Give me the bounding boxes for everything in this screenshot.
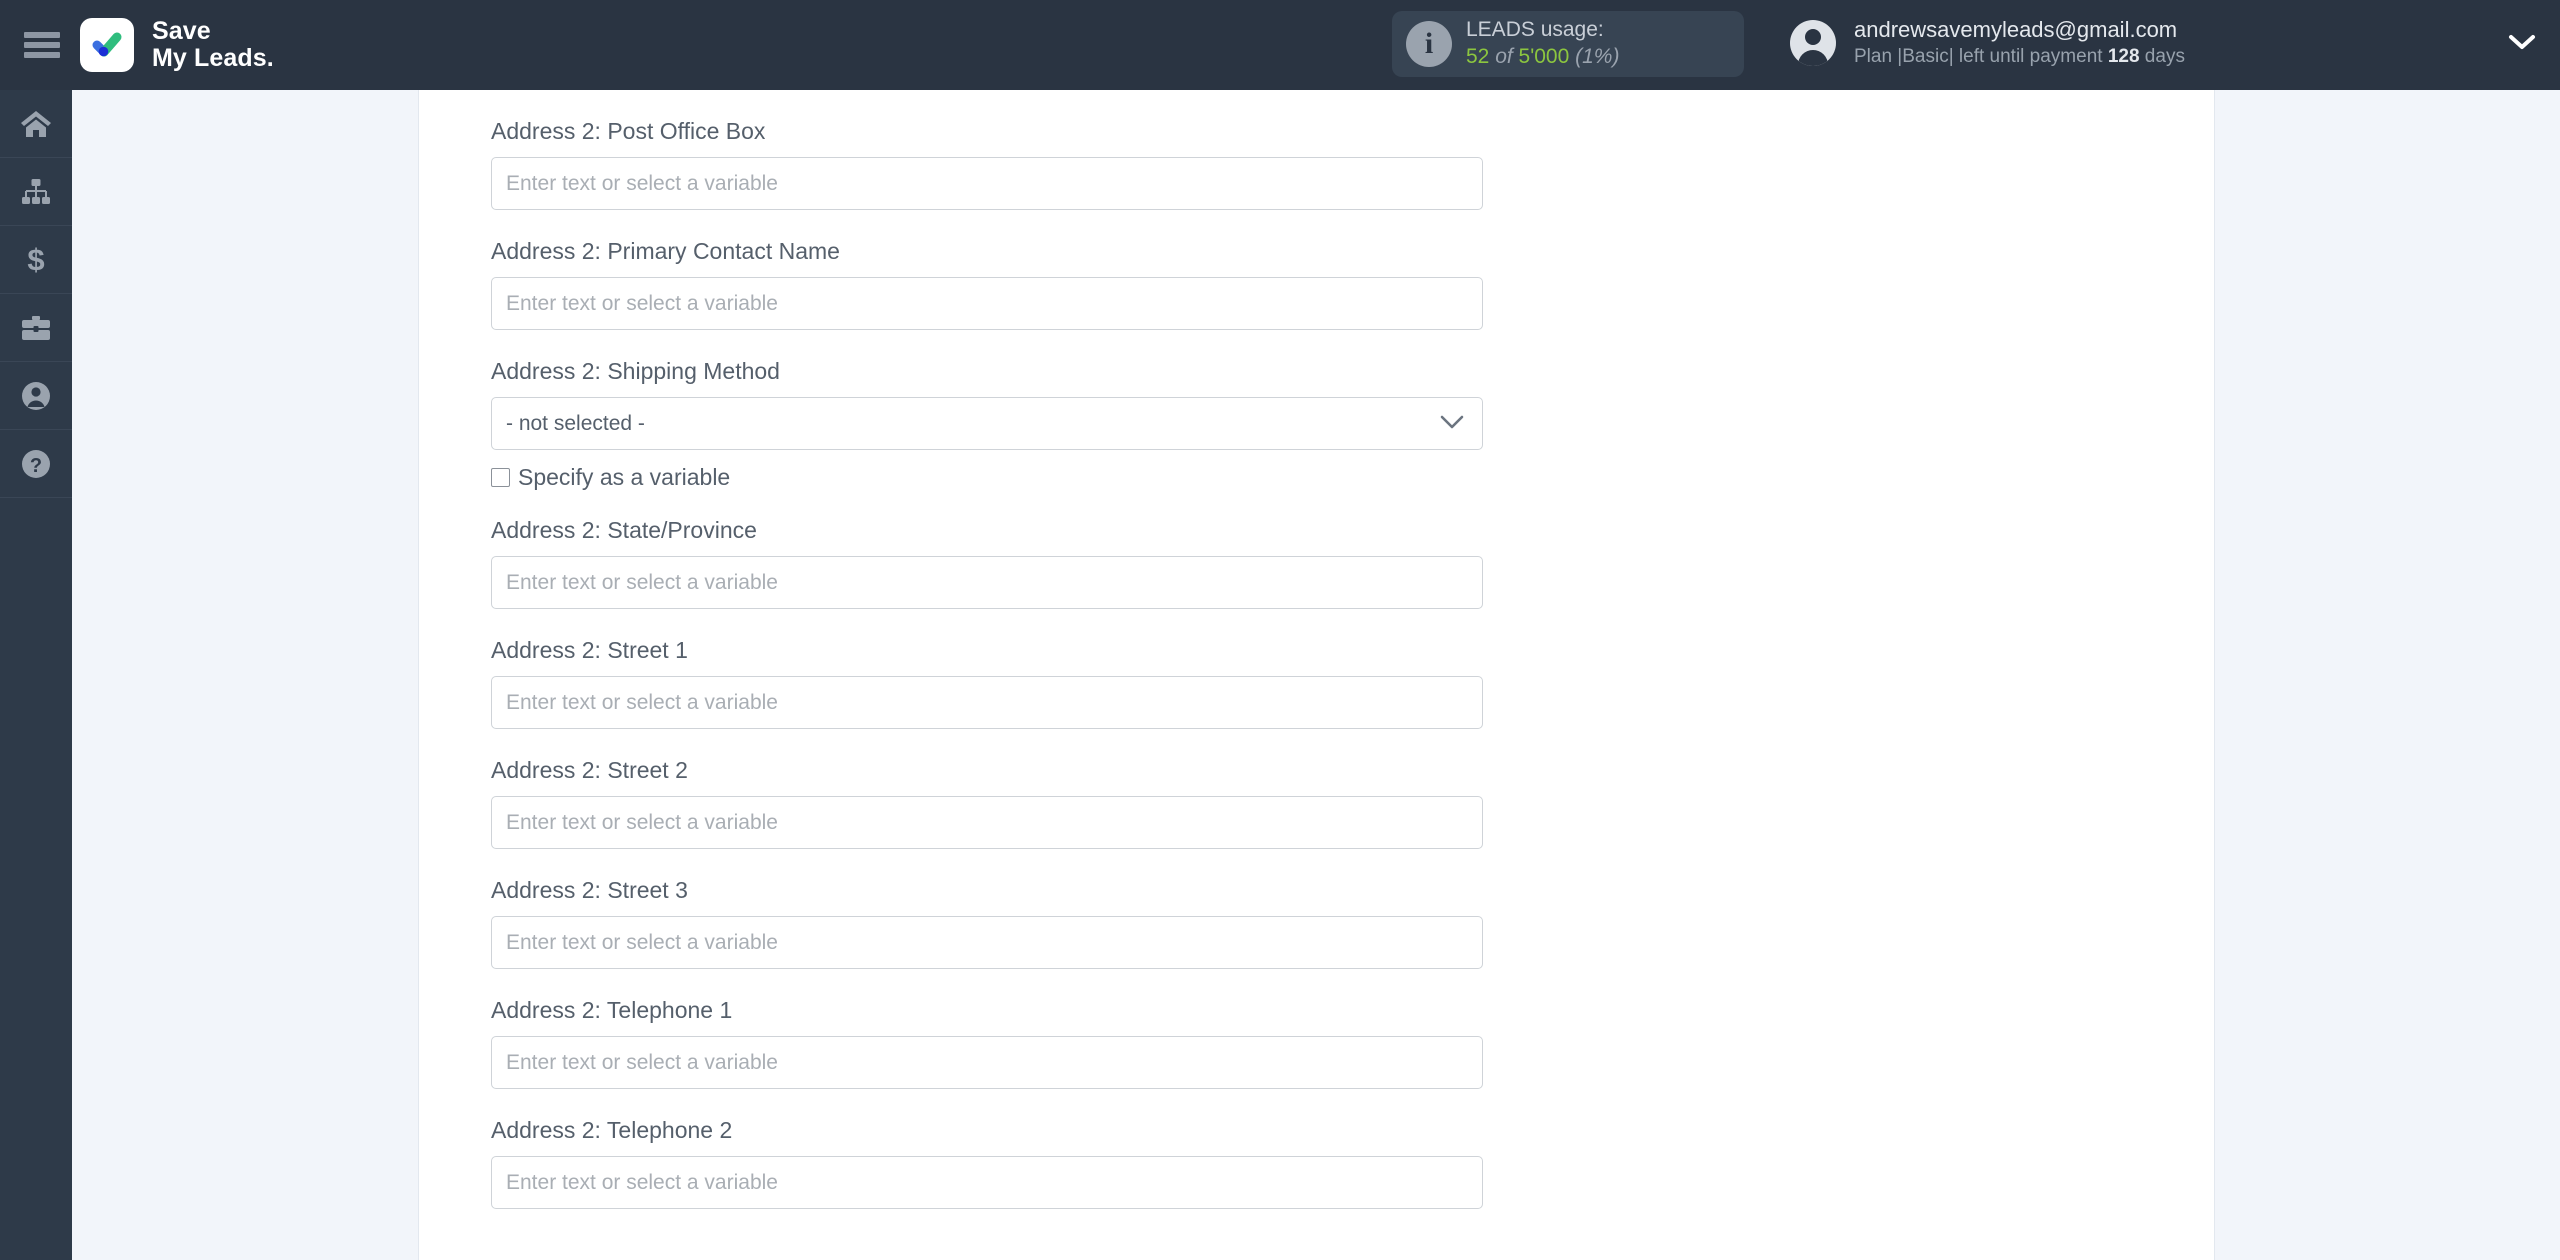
specify-as-variable-checkbox[interactable]	[491, 468, 510, 487]
hamburger-bar	[24, 52, 60, 58]
field-label: Address 2: Telephone 1	[491, 997, 733, 1023]
plan-prefix: Plan |Basic| left until payment	[1854, 45, 2108, 67]
sidebar-item-home[interactable]	[0, 90, 72, 158]
field-label: Address 2: Primary Contact Name	[491, 238, 840, 264]
content-panel: Address 2: Post Office Box Address 2: Pri…	[418, 90, 2215, 1260]
usage-value: 52 of 5'000 (1%)	[1466, 44, 1619, 71]
leads-usage-badge[interactable]: i LEADS usage: 52 of 5'000 (1%)	[1392, 11, 1744, 77]
checkmark-logo-icon	[80, 18, 134, 72]
shipping-method-select[interactable]: - not selected -	[491, 397, 1483, 450]
account-email: andrewsavemyleads@gmail.com	[1854, 17, 2178, 42]
svg-text:$: $	[27, 243, 44, 277]
sidebar-item-connections[interactable]	[0, 158, 72, 226]
plan-days: 128	[2107, 45, 2140, 67]
usage-text: LEADS usage: 52 of 5'000 (1%)	[1466, 17, 1619, 71]
account-plan: Plan |Basic| left until payment 128 days	[1854, 45, 2185, 70]
form-field: Address 2: Primary Contact Name	[491, 210, 1483, 330]
form-field: Address 2: Telephone 1	[491, 969, 1483, 1089]
account-menu[interactable]: andrewsavemyleads@gmail.com Plan |Basic|…	[1790, 16, 2185, 69]
sidebar-item-profile[interactable]	[0, 362, 72, 430]
dollar-icon: $	[19, 243, 53, 277]
form-field: Address 2: Street 1	[491, 609, 1483, 729]
specify-as-variable-checkbox-row[interactable]: Specify as a variable	[491, 450, 1483, 489]
question-mark-icon: ?	[19, 447, 53, 481]
sitemap-icon	[19, 175, 53, 209]
home-icon	[19, 107, 53, 141]
briefcase-icon	[19, 311, 53, 345]
top-header: Save My Leads. i LEADS usage: 52 of 5'00…	[0, 0, 2560, 90]
sidebar-item-billing[interactable]: $	[0, 226, 72, 294]
specify-as-variable-label: Specify as a variable	[518, 464, 731, 490]
form-field: Address 2: State/Province	[491, 489, 1483, 609]
usage-of: of	[1489, 45, 1519, 68]
brand-name: Save My Leads.	[152, 18, 274, 72]
usage-percent: (1%)	[1569, 45, 1620, 68]
field-text-input[interactable]	[491, 277, 1483, 330]
usage-title: LEADS usage:	[1466, 18, 1604, 42]
hamburger-icon[interactable]	[20, 28, 64, 62]
brand-line-1: Save	[152, 17, 211, 45]
field-label: Address 2: Street 3	[491, 877, 688, 903]
form-field: Address 2: Street 3	[491, 849, 1483, 969]
field-label: Address 2: Telephone 2	[491, 1117, 733, 1143]
sidebar-item-help[interactable]: ?	[0, 430, 72, 498]
field-mapping-form: Address 2: Post Office Box Address 2: Pri…	[491, 90, 1483, 1209]
field-label: Address 2: Post Office Box	[491, 118, 766, 144]
account-text: andrewsavemyleads@gmail.com Plan |Basic|…	[1854, 16, 2185, 69]
field-label: Address 2: Shipping Method	[491, 358, 780, 384]
field-text-input[interactable]	[491, 1156, 1483, 1209]
field-text-input[interactable]	[491, 796, 1483, 849]
usage-used: 52	[1466, 45, 1490, 68]
chevron-down-icon[interactable]	[2508, 33, 2536, 56]
form-field: Address 2: Post Office Box	[491, 90, 1483, 210]
field-text-input[interactable]	[491, 916, 1483, 969]
plan-suffix: days	[2139, 45, 2185, 67]
field-label: Address 2: Street 1	[491, 637, 688, 663]
field-text-input[interactable]	[491, 556, 1483, 609]
usage-total: 5'000	[1518, 45, 1570, 68]
field-label: Address 2: Street 2	[491, 757, 688, 783]
field-label: Address 2: State/Province	[491, 517, 757, 543]
hamburger-bar	[24, 32, 60, 38]
select-wrapper: - not selected -	[491, 397, 1483, 450]
sidebar-item-services[interactable]	[0, 294, 72, 362]
brand-line-2: My Leads.	[152, 44, 274, 72]
field-text-input[interactable]	[491, 1036, 1483, 1089]
brand-logo[interactable]: Save My Leads.	[80, 18, 274, 72]
main-area: Address 2: Post Office Box Address 2: Pri…	[72, 90, 2560, 1260]
form-field: Address 2: Telephone 2	[491, 1089, 1483, 1209]
hamburger-bar	[24, 42, 60, 48]
user-icon	[19, 379, 53, 413]
info-icon: i	[1406, 21, 1452, 67]
svg-text:?: ?	[30, 455, 42, 477]
form-field: Address 2: Street 2	[491, 729, 1483, 849]
left-sidebar: $ ?	[0, 90, 72, 1260]
user-avatar-icon	[1790, 19, 1836, 66]
field-text-input[interactable]	[491, 157, 1483, 210]
field-text-input[interactable]	[491, 676, 1483, 729]
form-field: Address 2: Shipping Method - not selected…	[491, 330, 1483, 489]
